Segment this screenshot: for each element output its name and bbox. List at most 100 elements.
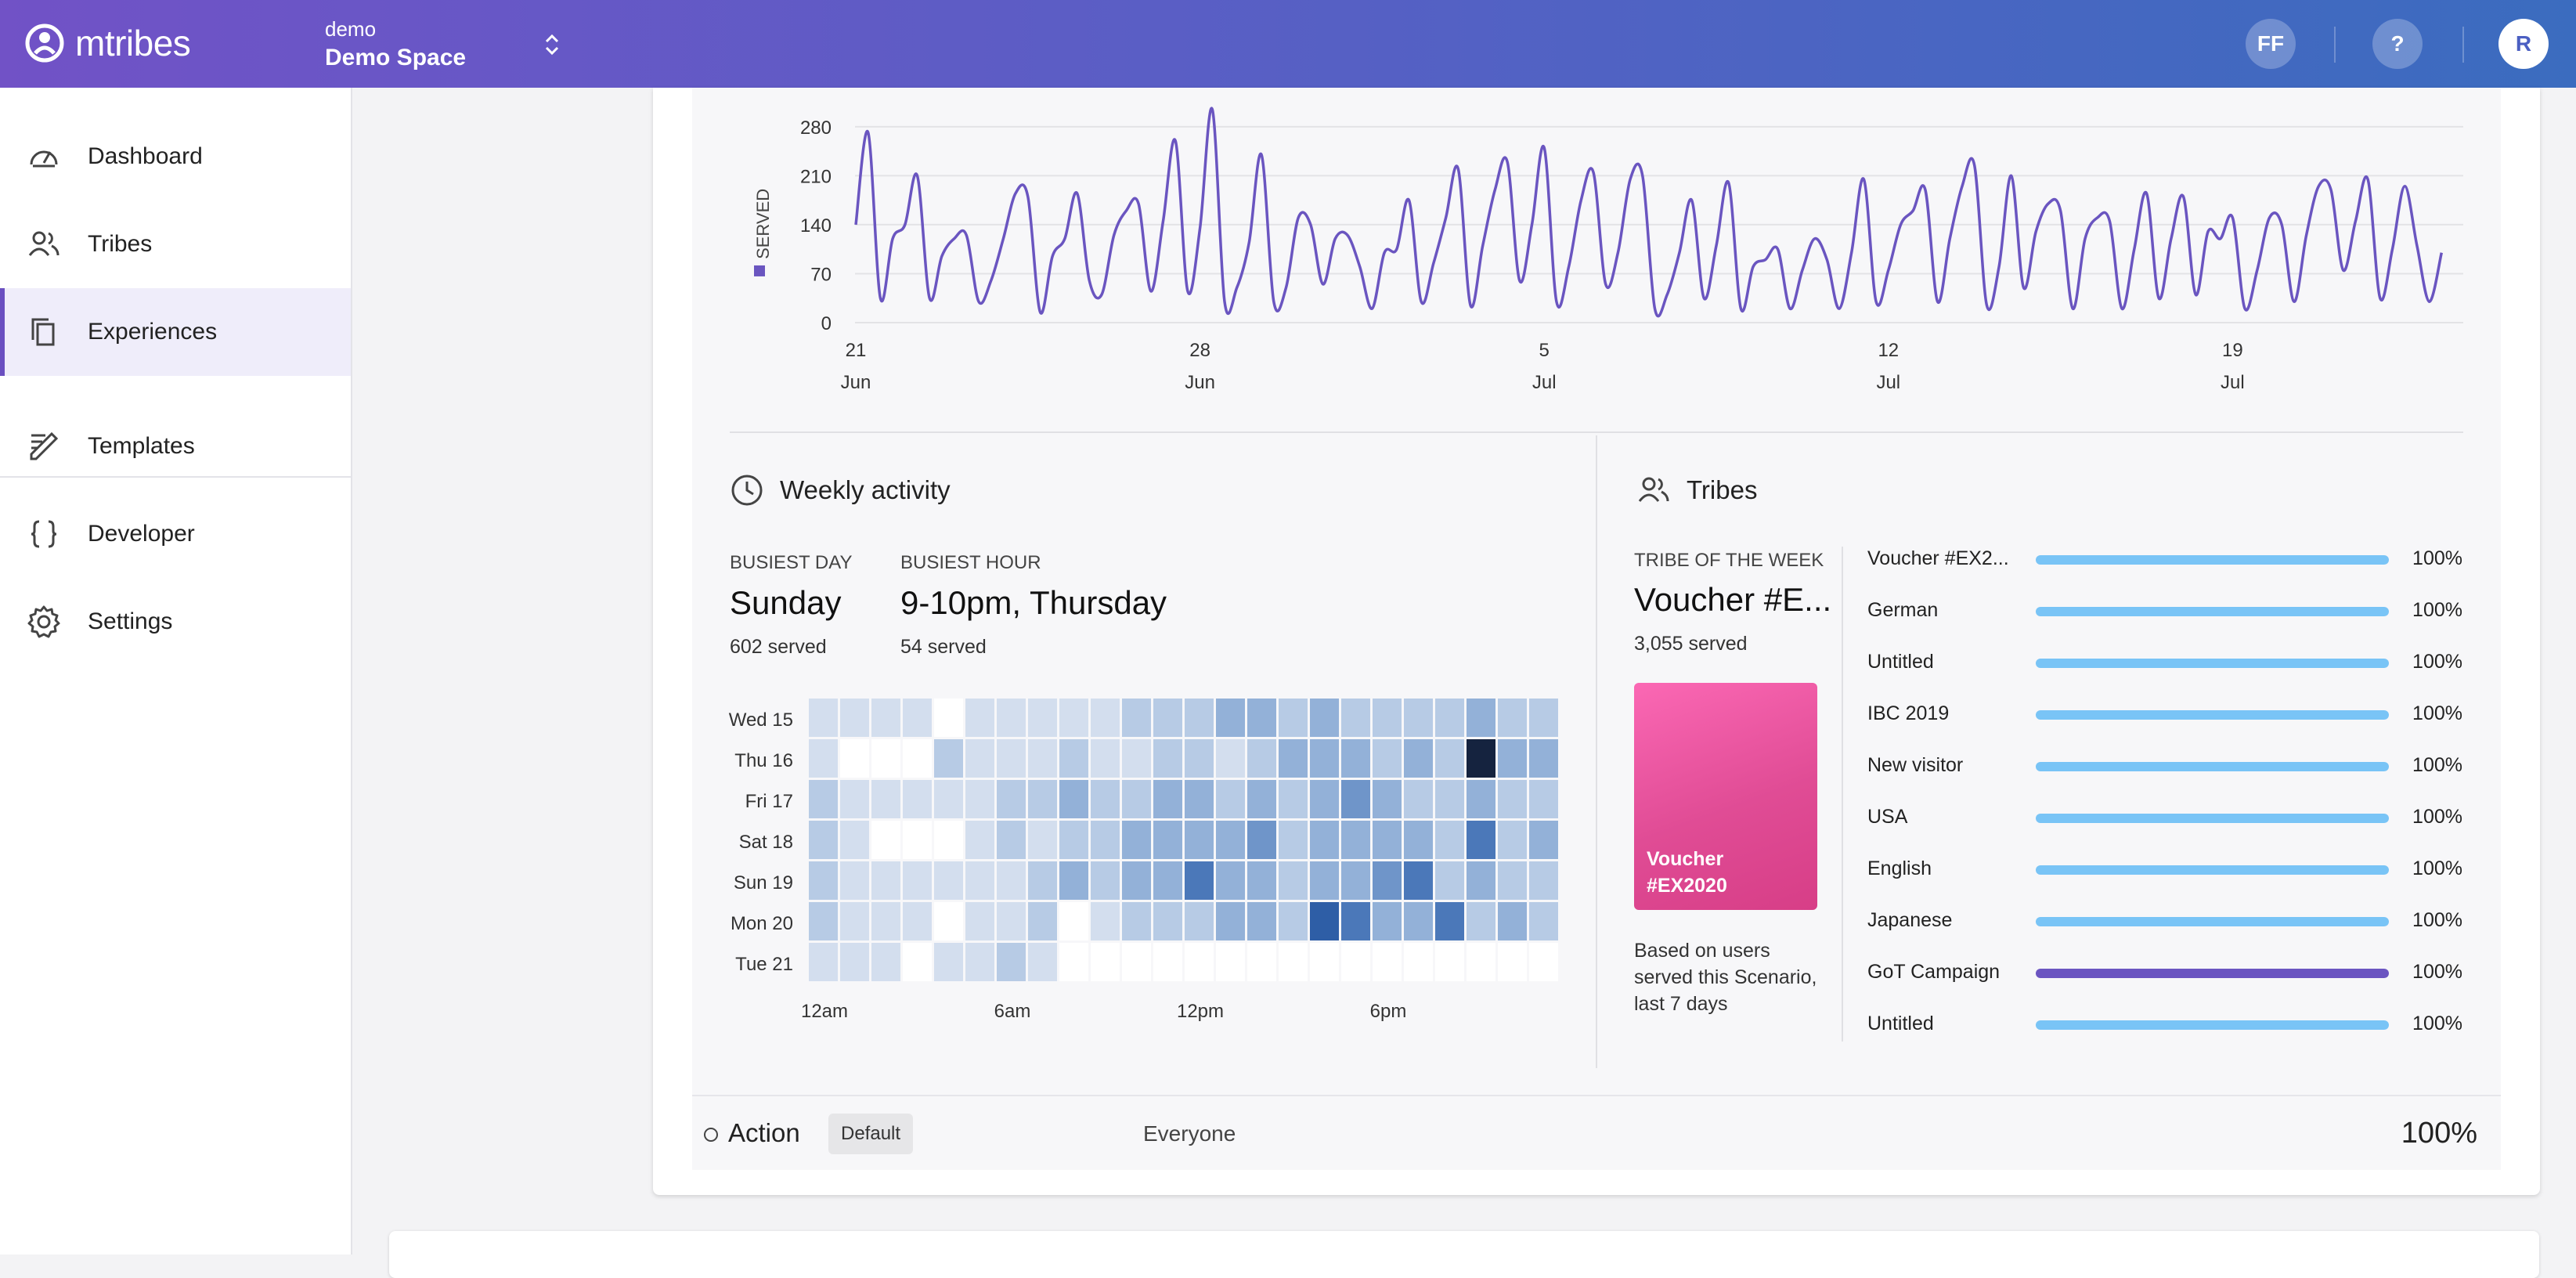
heatmap-cell[interactable] <box>1059 861 1088 900</box>
heatmap-cell[interactable] <box>1028 902 1057 940</box>
heatmap-cell[interactable] <box>1373 780 1402 818</box>
heatmap-cell[interactable] <box>1185 902 1214 940</box>
brand-logo[interactable]: mtribes <box>23 22 191 64</box>
heatmap-cell[interactable] <box>1091 861 1120 900</box>
heatmap-cell[interactable] <box>903 943 932 981</box>
heatmap-cell[interactable] <box>1279 739 1308 778</box>
heatmap-cell[interactable] <box>1059 943 1088 981</box>
heatmap-cell[interactable] <box>1216 821 1245 859</box>
heatmap-cell[interactable] <box>1153 902 1182 940</box>
tribe-of-week-card[interactable]: Voucher #EX2020 <box>1634 683 1817 910</box>
heatmap-cell[interactable] <box>1028 943 1057 981</box>
heatmap-cell[interactable] <box>1435 943 1464 981</box>
heatmap-cell[interactable] <box>1153 699 1182 737</box>
heatmap-cell[interactable] <box>1467 821 1495 859</box>
heatmap-cell[interactable] <box>1404 902 1433 940</box>
heatmap-cell[interactable] <box>934 699 963 737</box>
sidebar-item-tribes[interactable]: Tribes <box>0 200 351 288</box>
heatmap-cell[interactable] <box>809 943 838 981</box>
heatmap-cell[interactable] <box>1247 699 1276 737</box>
tribe-row[interactable]: New visitor 100% <box>1867 751 2462 782</box>
heatmap-cell[interactable] <box>1091 943 1120 981</box>
sidebar-item-developer[interactable]: Developer <box>0 490 351 578</box>
heatmap-cell[interactable] <box>1529 861 1558 900</box>
heatmap-cell[interactable] <box>934 902 963 940</box>
workspace-avatar[interactable]: FF <box>2246 19 2296 69</box>
heatmap-cell[interactable] <box>997 780 1026 818</box>
heatmap-cell[interactable] <box>1153 943 1182 981</box>
heatmap-cell[interactable] <box>1279 780 1308 818</box>
heatmap-cell[interactable] <box>1498 739 1527 778</box>
heatmap-cell[interactable] <box>1122 943 1151 981</box>
heatmap-cell[interactable] <box>1310 821 1339 859</box>
heatmap-cell[interactable] <box>934 739 963 778</box>
tribe-row[interactable]: Untitled 100% <box>1867 1009 2462 1041</box>
heatmap-cell[interactable] <box>1185 780 1214 818</box>
heatmap-cell[interactable] <box>1435 902 1464 940</box>
heatmap-cell[interactable] <box>1059 699 1088 737</box>
heatmap-cell[interactable] <box>809 821 838 859</box>
heatmap-cell[interactable] <box>1404 821 1433 859</box>
heatmap-cell[interactable] <box>934 861 963 900</box>
sidebar-item-settings[interactable]: Settings <box>0 578 351 666</box>
heatmap-cell[interactable] <box>1373 943 1402 981</box>
heatmap-cell[interactable] <box>809 699 838 737</box>
heatmap-cell[interactable] <box>1529 739 1558 778</box>
heatmap-cell[interactable] <box>1373 861 1402 900</box>
heatmap-cell[interactable] <box>1310 902 1339 940</box>
heatmap-cell[interactable] <box>1091 780 1120 818</box>
heatmap-cell[interactable] <box>809 739 838 778</box>
heatmap-cell[interactable] <box>965 699 994 737</box>
heatmap-cell[interactable] <box>1498 861 1527 900</box>
heatmap-cell[interactable] <box>1404 699 1433 737</box>
heatmap-cell[interactable] <box>1247 943 1276 981</box>
heatmap-cell[interactable] <box>997 861 1026 900</box>
heatmap-cell[interactable] <box>1529 902 1558 940</box>
heatmap-cell[interactable] <box>1341 821 1370 859</box>
heatmap-cell[interactable] <box>1435 821 1464 859</box>
heatmap-cell[interactable] <box>1404 780 1433 818</box>
heatmap-cell[interactable] <box>1404 739 1433 778</box>
heatmap-cell[interactable] <box>965 861 994 900</box>
heatmap-cell[interactable] <box>1216 699 1245 737</box>
heatmap-cell[interactable] <box>1091 699 1120 737</box>
heatmap-cell[interactable] <box>871 902 900 940</box>
heatmap-cell[interactable] <box>1279 943 1308 981</box>
heatmap-cell[interactable] <box>1341 739 1370 778</box>
heatmap-cell[interactable] <box>934 780 963 818</box>
heatmap-cell[interactable] <box>871 699 900 737</box>
heatmap-cell[interactable] <box>809 780 838 818</box>
heatmap-cell[interactable] <box>1467 902 1495 940</box>
heatmap-cell[interactable] <box>840 780 869 818</box>
heatmap-cell[interactable] <box>1216 861 1245 900</box>
heatmap-cell[interactable] <box>1028 739 1057 778</box>
heatmap-cell[interactable] <box>1028 780 1057 818</box>
heatmap-cell[interactable] <box>1122 739 1151 778</box>
heatmap-cell[interactable] <box>1247 821 1276 859</box>
heatmap-cell[interactable] <box>1341 861 1370 900</box>
heatmap-cell[interactable] <box>1247 780 1276 818</box>
heatmap-cell[interactable] <box>1091 739 1120 778</box>
heatmap-cell[interactable] <box>1185 943 1214 981</box>
heatmap-cell[interactable] <box>1122 902 1151 940</box>
heatmap-cell[interactable] <box>1247 739 1276 778</box>
heatmap-cell[interactable] <box>1435 699 1464 737</box>
heatmap-cell[interactable] <box>1185 739 1214 778</box>
heatmap-cell[interactable] <box>934 943 963 981</box>
action-row[interactable]: Action Default Everyone 100% <box>692 1095 2501 1170</box>
space-switcher[interactable]: demo Demo Space <box>325 17 466 71</box>
heatmap-cell[interactable] <box>934 821 963 859</box>
heatmap-cell[interactable] <box>1310 739 1339 778</box>
heatmap-cell[interactable] <box>840 739 869 778</box>
heatmap-cell[interactable] <box>903 699 932 737</box>
heatmap-cell[interactable] <box>903 861 932 900</box>
tribe-row[interactable]: Voucher #EX2... 100% <box>1867 544 2462 576</box>
heatmap-cell[interactable] <box>1028 821 1057 859</box>
heatmap-cell[interactable] <box>1310 861 1339 900</box>
heatmap-cell[interactable] <box>1341 780 1370 818</box>
heatmap-cell[interactable] <box>840 902 869 940</box>
heatmap-cell[interactable] <box>965 821 994 859</box>
heatmap-cell[interactable] <box>1122 780 1151 818</box>
heatmap-cell[interactable] <box>1059 902 1088 940</box>
heatmap-cell[interactable] <box>1467 739 1495 778</box>
